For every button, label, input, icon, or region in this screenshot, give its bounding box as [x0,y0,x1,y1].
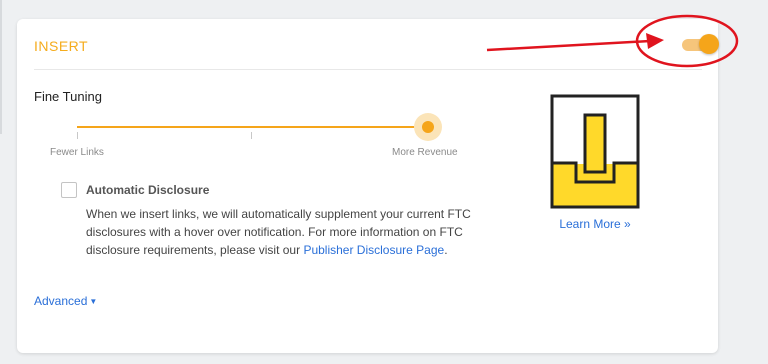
learn-more-link[interactable]: Learn More » [550,217,640,231]
slider-track [77,126,427,128]
advanced-dropdown[interactable]: Advanced ▼ [34,294,97,308]
insert-toggle[interactable] [670,34,722,54]
caret-down-icon: ▼ [89,297,98,306]
automatic-disclosure-description: When we insert links, we will automatica… [86,205,481,259]
slider-thumb[interactable] [422,121,434,133]
toggle-knob [699,34,719,54]
slider-tick-min [77,132,78,139]
automatic-disclosure-title: Automatic Disclosure [86,183,210,197]
insert-settings-card: INSERT Fine Tuning Fewer Links More Reve… [17,19,719,353]
fine-tuning-label: Fine Tuning [34,89,102,104]
advanced-label: Advanced [34,294,88,308]
section-title: INSERT [34,38,89,54]
left-panel-edge [0,0,2,134]
divider [34,69,702,70]
publisher-disclosure-link[interactable]: Publisher Disclosure Page [303,243,444,257]
fine-tuning-slider[interactable] [77,113,442,147]
bracket-logo-icon [550,94,640,209]
disclosure-text-end: . [444,243,448,257]
automatic-disclosure-checkbox[interactable] [61,182,77,198]
slider-tick-mid [251,132,252,139]
slider-max-label: More Revenue [392,147,458,158]
slider-min-label: Fewer Links [50,147,104,158]
